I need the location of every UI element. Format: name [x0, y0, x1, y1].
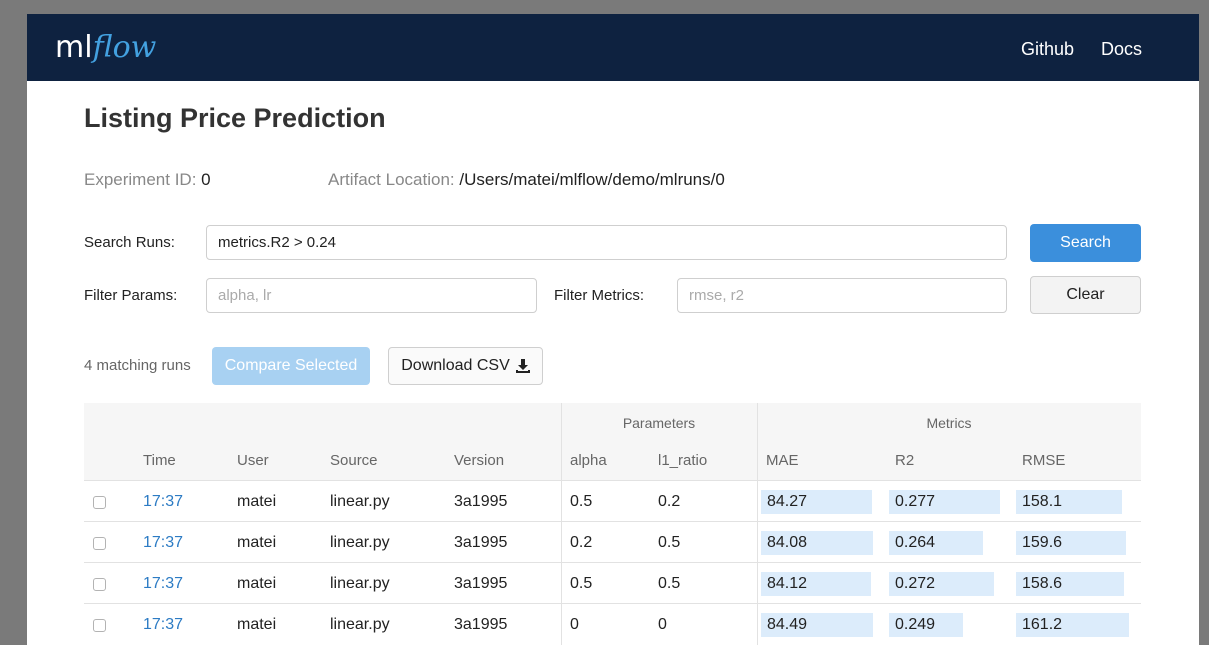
- metric-rmse: 158.6: [1022, 575, 1063, 592]
- logo-ml-text: ml: [55, 30, 93, 65]
- run-user: matei: [237, 534, 277, 551]
- metric-r2-bar: 0.277: [889, 490, 1000, 514]
- metric-rmse: 158.1: [1022, 493, 1063, 510]
- run-user: matei: [237, 493, 277, 510]
- compare-selected-button[interactable]: Compare Selected: [212, 347, 370, 385]
- run-user: matei: [237, 616, 277, 633]
- metric-rmse-bar: 159.6: [1016, 531, 1126, 555]
- metric-r2-bar: 0.272: [889, 572, 994, 596]
- experiment-id-label: Experiment ID:: [84, 170, 197, 189]
- nav-link-docs[interactable]: Docs: [1101, 38, 1142, 60]
- row-divider: [84, 603, 1141, 604]
- experiment-id-value: 0: [201, 170, 211, 189]
- run-time-link[interactable]: 17:37: [143, 574, 183, 594]
- filter-metrics-input[interactable]: [677, 278, 1007, 313]
- metric-mae: 84.49: [767, 616, 808, 633]
- metric-r2-bar: 0.249: [889, 613, 963, 637]
- run-source: linear.py: [330, 616, 390, 633]
- param-l1-ratio: 0.2: [658, 493, 681, 510]
- clear-button[interactable]: Clear: [1030, 276, 1141, 314]
- column-divider: [757, 403, 758, 645]
- metric-mae: 84.27: [767, 493, 808, 510]
- search-runs-label: Search Runs:: [84, 234, 175, 251]
- page-title: Listing Price Prediction: [84, 103, 386, 133]
- metric-r2: 0.249: [895, 616, 936, 633]
- run-version: 3a1995: [454, 575, 508, 592]
- metric-mae: 84.08: [767, 534, 808, 551]
- metric-rmse: 161.2: [1022, 616, 1063, 633]
- filter-params-input[interactable]: [206, 278, 537, 313]
- column-divider: [561, 403, 562, 645]
- download-csv-label: Download CSV: [401, 357, 510, 374]
- logo-flow-text: flow: [92, 30, 157, 65]
- run-user: matei: [237, 575, 277, 592]
- filter-params-label: Filter Params:: [84, 287, 178, 304]
- param-alpha: 0.5: [570, 575, 593, 592]
- column-header-time[interactable]: Time: [143, 451, 176, 471]
- row-select-checkbox[interactable]: [93, 578, 106, 591]
- run-time-link[interactable]: 17:37: [143, 492, 183, 512]
- column-header-l1-ratio[interactable]: l1_ratio: [658, 451, 707, 471]
- run-time-link[interactable]: 17:37: [143, 615, 183, 635]
- metric-mae-bar: 84.08: [761, 531, 873, 555]
- metric-mae: 84.12: [767, 575, 808, 592]
- param-alpha: 0: [570, 616, 579, 633]
- column-header-mae[interactable]: MAE: [766, 451, 799, 471]
- metric-rmse-bar: 158.6: [1016, 572, 1124, 596]
- run-version: 3a1995: [454, 534, 508, 551]
- artifact-location-value: /Users/matei/mlflow/demo/mlruns/0: [459, 170, 725, 189]
- run-source: linear.py: [330, 493, 390, 510]
- search-button[interactable]: Search: [1030, 224, 1141, 262]
- param-l1-ratio: 0.5: [658, 534, 681, 551]
- run-time-link[interactable]: 17:37: [143, 533, 183, 553]
- param-alpha: 0.5: [570, 493, 593, 510]
- matching-runs-count: 4 matching runs: [84, 357, 191, 374]
- experiment-id: Experiment ID: 0: [84, 169, 211, 191]
- metric-mae-bar: 84.27: [761, 490, 872, 514]
- row-divider: [84, 562, 1141, 563]
- run-source: linear.py: [330, 575, 390, 592]
- download-csv-button[interactable]: Download CSV: [388, 347, 543, 385]
- metric-rmse: 159.6: [1022, 534, 1063, 551]
- metric-r2: 0.272: [895, 575, 936, 592]
- row-divider: [84, 521, 1141, 522]
- row-select-checkbox[interactable]: [93, 619, 106, 632]
- column-header-user[interactable]: User: [237, 451, 269, 471]
- metrics-group-header: Metrics: [926, 415, 972, 431]
- row-select-checkbox[interactable]: [93, 537, 106, 550]
- metric-r2: 0.277: [895, 493, 936, 510]
- artifact-location-label: Artifact Location:: [328, 170, 455, 189]
- metric-mae-bar: 84.49: [761, 613, 873, 637]
- param-l1-ratio: 0: [658, 616, 667, 633]
- param-alpha: 0.2: [570, 534, 593, 551]
- search-runs-input[interactable]: [206, 225, 1007, 260]
- column-header-version[interactable]: Version: [454, 451, 504, 471]
- row-select-checkbox[interactable]: [93, 496, 106, 509]
- metric-mae-bar: 84.12: [761, 572, 871, 596]
- metric-r2: 0.264: [895, 534, 936, 551]
- column-header-r2[interactable]: R2: [895, 451, 914, 471]
- run-source: linear.py: [330, 534, 390, 551]
- column-header-source[interactable]: Source: [330, 451, 378, 471]
- filter-metrics-label: Filter Metrics:: [554, 287, 644, 304]
- mlflow-logo[interactable]: mlflow: [55, 28, 156, 68]
- download-icon: [515, 359, 530, 373]
- run-version: 3a1995: [454, 493, 508, 510]
- metric-r2-bar: 0.264: [889, 531, 983, 555]
- artifact-location: Artifact Location: /Users/matei/mlflow/d…: [328, 169, 725, 191]
- row-divider: [84, 480, 1141, 481]
- column-header-alpha[interactable]: alpha: [570, 451, 607, 471]
- nav-link-github[interactable]: Github: [1021, 38, 1074, 60]
- parameters-group-header: Parameters: [622, 415, 696, 431]
- run-version: 3a1995: [454, 616, 508, 633]
- param-l1-ratio: 0.5: [658, 575, 681, 592]
- metric-rmse-bar: 161.2: [1016, 613, 1129, 637]
- app-window: mlflow Github Docs Listing Price Predict…: [27, 14, 1199, 645]
- metric-rmse-bar: 158.1: [1016, 490, 1122, 514]
- column-header-rmse[interactable]: RMSE: [1022, 451, 1065, 471]
- navbar: mlflow Github Docs: [27, 14, 1199, 81]
